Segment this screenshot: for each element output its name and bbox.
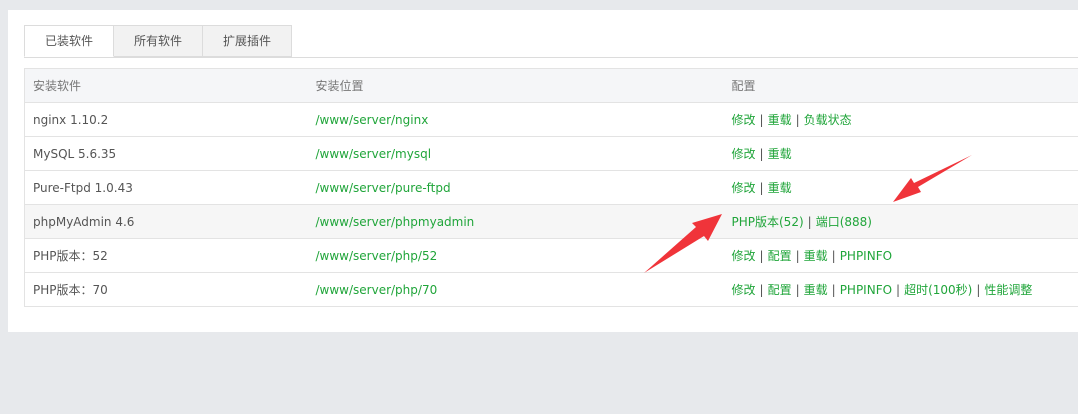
- config-action-link[interactable]: PHPINFO: [840, 283, 892, 297]
- software-name-cell: nginx 1.10.2: [24, 102, 308, 137]
- action-separator: |: [759, 147, 764, 161]
- table-header-row: 安装软件 安装位置 配置: [24, 68, 1078, 103]
- install-path-cell: /www/server/php/52: [307, 238, 724, 273]
- config-action-link[interactable]: 配置: [768, 283, 792, 297]
- table-body: nginx 1.10.2/www/server/nginx 修改 | 重载 | 负载状态 M…: [24, 102, 1078, 307]
- column-header-software: 安装软件: [24, 68, 308, 103]
- action-separator: |: [759, 283, 764, 297]
- software-name-cell: PHP版本：70: [24, 272, 308, 307]
- config-action-link[interactable]: 负载状态: [804, 113, 852, 127]
- config-action-link[interactable]: 重载: [768, 147, 792, 161]
- tab-all-software[interactable]: 所有软件: [113, 25, 204, 57]
- config-action-link[interactable]: PHP版本(52): [732, 215, 804, 229]
- action-separator: |: [896, 283, 901, 297]
- action-separator: |: [807, 215, 812, 229]
- config-actions-cell: PHP版本(52) | 端口(888): [723, 204, 1078, 239]
- action-separator: |: [831, 249, 836, 263]
- install-path-cell: /www/server/pure-ftpd: [307, 170, 724, 205]
- table-row: MySQL 5.6.35/www/server/mysql 修改 | 重载: [24, 136, 1078, 171]
- table-row: PHP版本：70/www/server/php/70 修改 | 配置 | 重载 | PHPIN…: [24, 272, 1078, 307]
- config-actions-cell: 修改 | 重载: [723, 136, 1078, 171]
- column-header-location: 安装位置: [307, 68, 724, 103]
- config-action-link[interactable]: 配置: [768, 249, 792, 263]
- software-name-cell: PHP版本：52: [24, 238, 308, 273]
- action-separator: |: [795, 113, 800, 127]
- action-separator: |: [759, 249, 764, 263]
- config-action-link[interactable]: 重载: [768, 181, 792, 195]
- software-panel: 已装软件 所有软件 扩展插件 安装软件 安装位置 配置 nginx 1.10.2…: [8, 10, 1078, 332]
- table-row: PHP版本：52/www/server/php/52 修改 | 配置 | 重载 | PHPIN…: [24, 238, 1078, 273]
- tab-installed-software[interactable]: 已装软件: [24, 25, 115, 57]
- column-header-config: 配置: [723, 68, 1078, 103]
- software-name-cell: phpMyAdmin 4.6: [24, 204, 308, 239]
- config-action-link[interactable]: 重载: [804, 283, 828, 297]
- installed-software-table: 安装软件 安装位置 配置 nginx 1.10.2/www/server/ngi…: [24, 68, 1078, 307]
- action-separator: |: [759, 113, 764, 127]
- config-actions-cell: 修改 | 配置 | 重载 | PHPINFO | 超时(100秒) | 性能调整: [723, 272, 1078, 307]
- tab-baseline: [24, 57, 1078, 58]
- action-separator: |: [795, 283, 800, 297]
- config-action-link[interactable]: 重载: [804, 249, 828, 263]
- action-separator: |: [831, 283, 836, 297]
- table-row: phpMyAdmin 4.6/www/server/phpmyadmin PHP版…: [24, 204, 1078, 239]
- config-action-link[interactable]: 修改: [732, 283, 756, 297]
- table-row: Pure-Ftpd 1.0.43/www/server/pure-ftpd 修改 |…: [24, 170, 1078, 205]
- install-path-cell: /www/server/nginx: [307, 102, 724, 137]
- install-path-cell: /www/server/phpmyadmin: [307, 204, 724, 239]
- config-action-link[interactable]: 修改: [732, 249, 756, 263]
- action-separator: |: [976, 283, 981, 297]
- config-actions-cell: 修改 | 重载: [723, 170, 1078, 205]
- install-path-cell: /www/server/php/70: [307, 272, 724, 307]
- config-action-link[interactable]: 性能调整: [984, 283, 1032, 297]
- config-actions-cell: 修改 | 配置 | 重载 | PHPINFO: [723, 238, 1078, 273]
- install-path-cell: /www/server/mysql: [307, 136, 724, 171]
- config-action-link[interactable]: 端口(888): [816, 215, 872, 229]
- config-action-link[interactable]: 修改: [732, 147, 756, 161]
- config-action-link[interactable]: PHPINFO: [840, 249, 892, 263]
- action-separator: |: [795, 249, 800, 263]
- config-action-link[interactable]: 超时(100秒): [904, 283, 972, 297]
- config-action-link[interactable]: 修改: [732, 113, 756, 127]
- software-name-cell: MySQL 5.6.35: [24, 136, 308, 171]
- action-separator: |: [759, 181, 764, 195]
- software-name-cell: Pure-Ftpd 1.0.43: [24, 170, 308, 205]
- config-action-link[interactable]: 重载: [768, 113, 792, 127]
- config-actions-cell: 修改 | 重载 | 负载状态: [723, 102, 1078, 137]
- tab-bar: 已装软件 所有软件 扩展插件: [24, 25, 293, 57]
- config-action-link[interactable]: 修改: [732, 181, 756, 195]
- table-row: nginx 1.10.2/www/server/nginx 修改 | 重载 | 负载状态: [24, 102, 1078, 137]
- tab-plugins[interactable]: 扩展插件: [202, 25, 293, 57]
